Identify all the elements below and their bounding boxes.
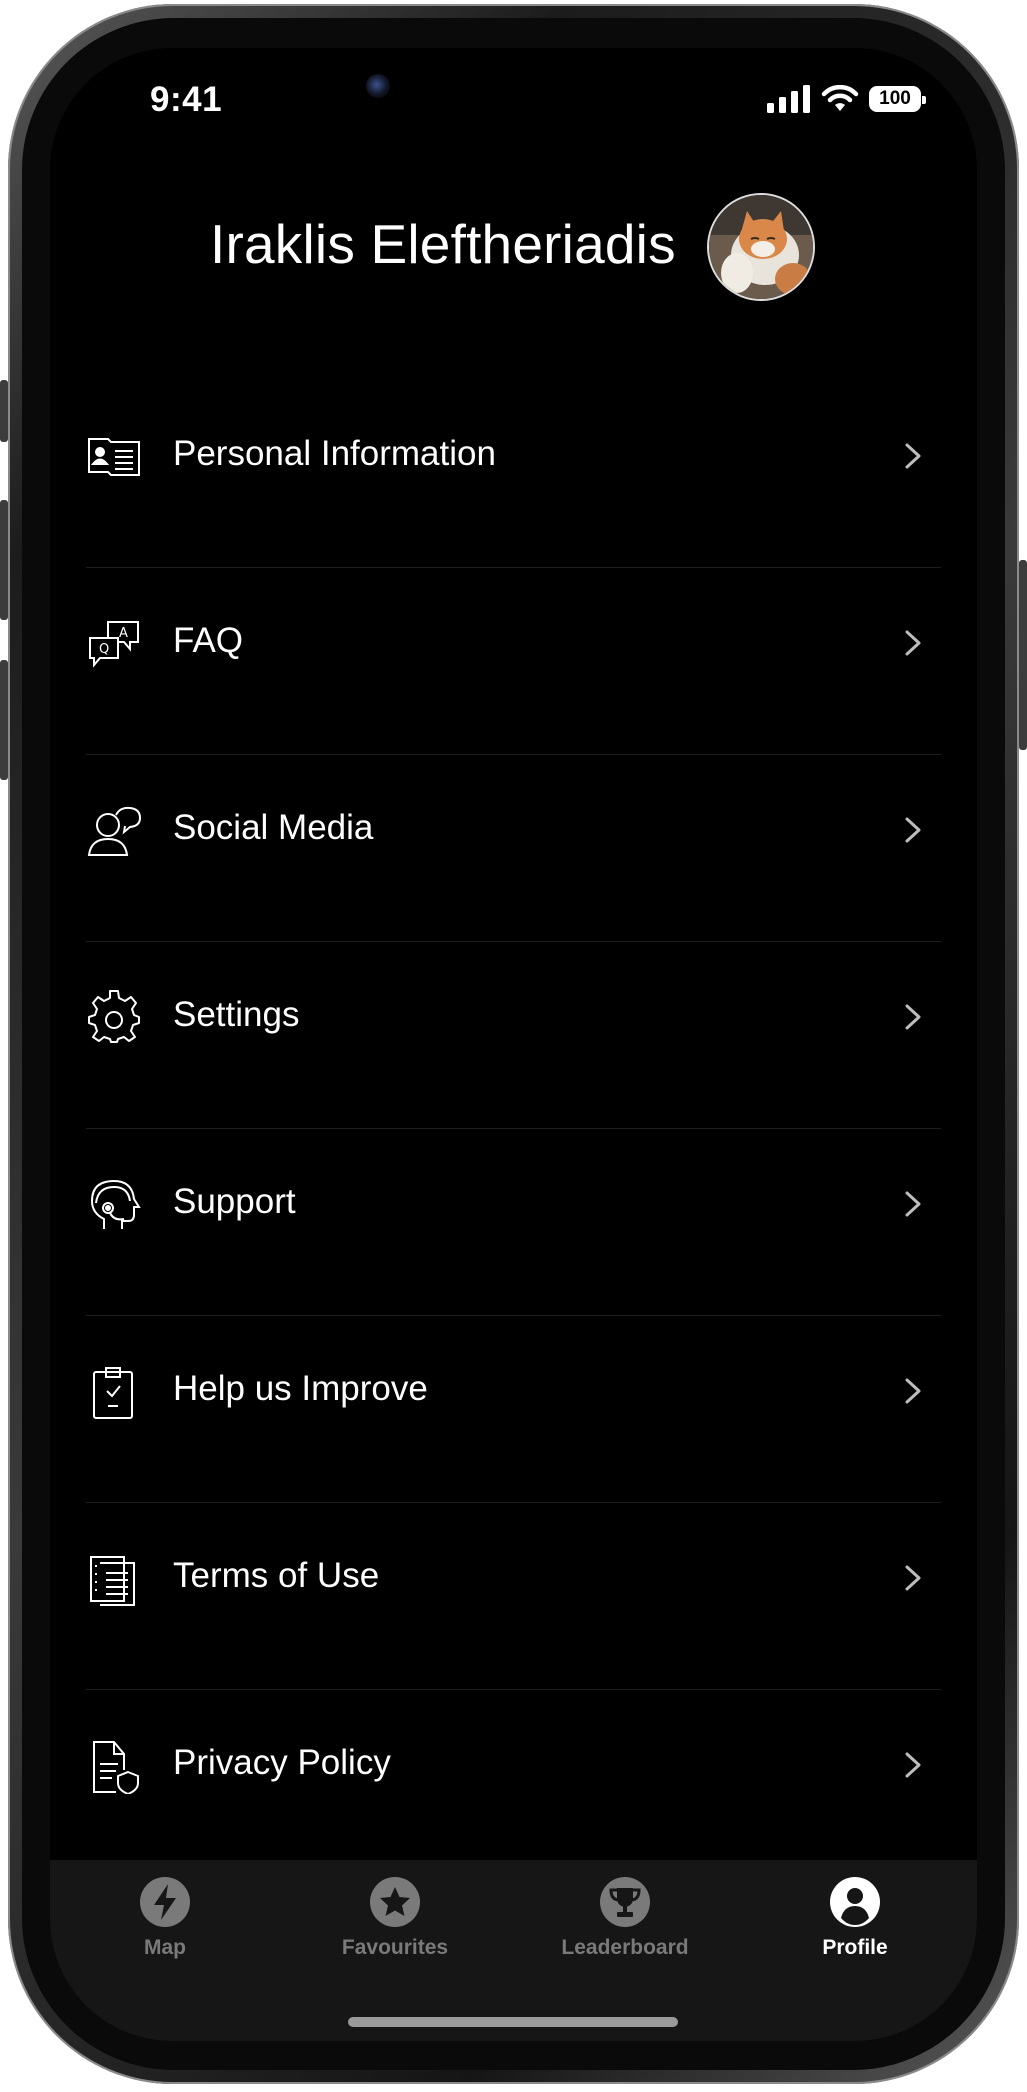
menu-label: Settings bbox=[173, 995, 300, 1034]
tab-favourites[interactable]: Favourites bbox=[280, 1876, 510, 1976]
home-indicator[interactable] bbox=[348, 2017, 678, 2027]
chevron-right-icon bbox=[905, 1191, 921, 1217]
svg-text:Q: Q bbox=[99, 642, 109, 657]
power-button bbox=[1019, 560, 1027, 750]
chevron-right-icon bbox=[905, 443, 921, 469]
tab-leaderboard[interactable]: Leaderboard bbox=[510, 1876, 740, 1976]
trophy-icon bbox=[600, 1877, 650, 1927]
clipboard-check-icon bbox=[93, 1367, 133, 1419]
menu-label: Support bbox=[173, 1182, 296, 1221]
cellular-signal-icon bbox=[767, 85, 810, 113]
menu-label: Privacy Policy bbox=[173, 1743, 391, 1782]
menu-item-privacy-policy[interactable]: Privacy Policy bbox=[86, 1690, 941, 1877]
headset-agent-icon bbox=[90, 1179, 141, 1229]
status-icons: 100 bbox=[767, 82, 926, 116]
avatar[interactable] bbox=[707, 193, 815, 301]
menu-item-social-media[interactable]: Social Media bbox=[86, 755, 941, 942]
menu-label: Social Media bbox=[173, 808, 374, 847]
tab-label: Profile bbox=[822, 1936, 888, 1959]
chevron-right-icon bbox=[905, 1565, 921, 1591]
menu-label: Personal Information bbox=[173, 434, 496, 473]
menu-item-support[interactable]: Support bbox=[86, 1129, 941, 1316]
chevron-right-icon bbox=[905, 630, 921, 656]
tab-profile[interactable]: Profile bbox=[740, 1876, 970, 1976]
star-icon bbox=[370, 1877, 420, 1927]
chevron-right-icon bbox=[905, 1004, 921, 1030]
screen: 9:41 100 Iraklis Eleftheriadis Personal … bbox=[50, 48, 977, 2041]
action-button bbox=[0, 380, 8, 442]
svg-text:A: A bbox=[119, 626, 128, 641]
tab-label: Leaderboard bbox=[561, 1936, 689, 1959]
gear-icon bbox=[88, 990, 140, 1043]
menu-item-terms-of-use[interactable]: Terms of Use bbox=[86, 1503, 941, 1690]
tab-map[interactable]: Map bbox=[50, 1876, 280, 1976]
volume-down-button bbox=[0, 660, 8, 780]
volume-up-button bbox=[0, 500, 8, 620]
wifi-icon bbox=[821, 85, 859, 111]
lightning-bolt-icon bbox=[140, 1877, 190, 1927]
menu-item-help-us-improve[interactable]: Help us Improve bbox=[86, 1316, 941, 1503]
menu-label: Terms of Use bbox=[173, 1556, 380, 1595]
user-name: Iraklis Eleftheriadis bbox=[210, 213, 676, 275]
chevron-right-icon bbox=[905, 1752, 921, 1778]
status-bar: 9:41 100 bbox=[50, 48, 977, 178]
battery-icon: 100 bbox=[869, 86, 926, 112]
tab-label: Map bbox=[144, 1936, 186, 1959]
chevron-right-icon bbox=[905, 817, 921, 843]
menu-item-settings[interactable]: Settings bbox=[86, 942, 941, 1129]
menu-item-faq[interactable]: A Q FAQ bbox=[86, 568, 941, 755]
avatar-cat-photo bbox=[709, 195, 813, 299]
person-icon bbox=[830, 1877, 880, 1927]
menu-label: FAQ bbox=[173, 621, 244, 660]
id-card-icon bbox=[88, 438, 140, 476]
person-speech-icon bbox=[87, 806, 142, 856]
document-shield-icon bbox=[93, 1741, 139, 1794]
menu-label: Help us Improve bbox=[173, 1369, 428, 1408]
menu-item-personal-information[interactable]: Personal Information bbox=[86, 381, 941, 568]
qa-bubbles-icon: A Q bbox=[89, 621, 139, 668]
tab-bar: Map Favourites Leaderboard Profile bbox=[50, 1860, 977, 2041]
chevron-right-icon bbox=[905, 1378, 921, 1404]
status-time: 9:41 bbox=[150, 80, 223, 119]
profile-menu: Personal Information A Q FAQ Social Medi… bbox=[86, 381, 941, 1877]
document-list-icon bbox=[90, 1556, 135, 1606]
profile-header: Iraklis Eleftheriadis bbox=[50, 188, 977, 308]
tab-label: Favourites bbox=[341, 1936, 449, 1959]
front-camera bbox=[366, 74, 390, 98]
